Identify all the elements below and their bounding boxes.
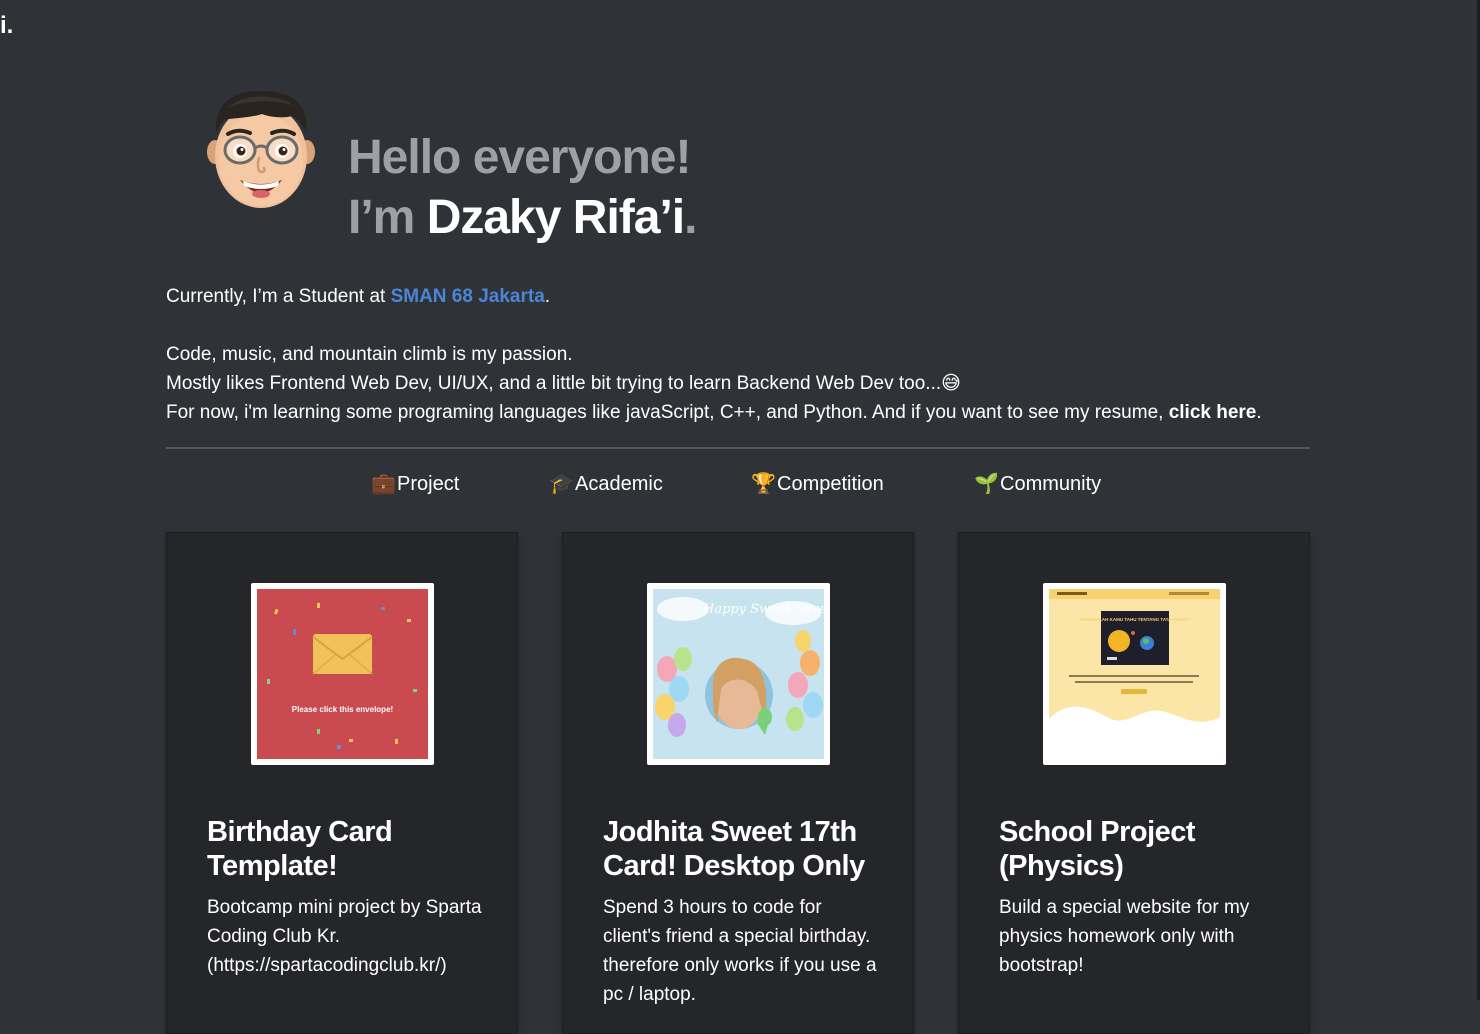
project-thumbnail[interactable]: Please click this envelope! — [251, 583, 434, 765]
graduation-cap-icon: 🎓 — [549, 473, 574, 495]
project-card[interactable]: Happy Sweet Seventeen Odhi! — [562, 532, 914, 1034]
bio-learning-text: For now, i'm learning some programing la… — [166, 402, 1169, 423]
card-title[interactable]: School Project (Physics) — [999, 815, 1289, 883]
envelope-thumbnail-image: Please click this envelope! — [267, 603, 417, 749]
project-thumbnail[interactable]: PERNAHKAH KAMU TAHU TENTANG TATA SURYA? — [1043, 583, 1226, 765]
bio-likes-text: Mostly likes Frontend Web Dev, UI/UX, an… — [166, 373, 942, 394]
tab-community[interactable]: 🌱Community — [974, 468, 1101, 500]
card-title[interactable]: Jodhita Sweet 17th Card! Desktop Only — [603, 815, 893, 883]
project-thumbnail[interactable]: Happy Sweet Seventeen Odhi! — [647, 583, 830, 765]
tab-competition-label: Competition — [777, 473, 884, 495]
avatar-memoji-icon — [207, 90, 315, 208]
card-description: Bootcamp mini project by Sparta Coding C… — [207, 897, 482, 976]
solar-system-website-thumbnail-image: PERNAHKAH KAMU TAHU TENTANG TATA SURYA? — [1049, 589, 1220, 759]
bio-likes-line: Mostly likes Frontend Web Dev, UI/UX, an… — [166, 369, 1326, 398]
thumb-text: Happy Sweet Seventeen Odhi! — [702, 602, 824, 617]
bio-learning-line: For now, i'm learning some programing la… — [166, 398, 1326, 427]
thumb-text: Please click this envelope! — [292, 705, 393, 714]
hero-name: Dzaky Rifa’i — [426, 191, 685, 244]
project-card[interactable]: PERNAHKAH KAMU TAHU TENTANG TATA SURYA? … — [958, 532, 1310, 1034]
thumb-text: PERNAHKAH KAMU TAHU TENTANG TATA SURYA? — [1080, 617, 1191, 622]
corner-mark: i. — [0, 12, 14, 39]
bio-student-line: Currently, I’m a Student at SMAN 68 Jaka… — [166, 282, 1326, 311]
tab-competition[interactable]: 🏆Competition — [751, 468, 884, 500]
section-divider — [166, 447, 1310, 449]
briefcase-icon: 💼 — [371, 473, 396, 495]
card-description: Spend 3 hours to code for client's frien… — [603, 897, 877, 1005]
hero-greeting-line1: Hello everyone! — [348, 131, 691, 184]
tab-project[interactable]: 💼Project — [371, 468, 459, 500]
bio-passion-line: Code, music, and mountain climb is my pa… — [166, 344, 573, 365]
hero-period: . — [684, 191, 697, 244]
seedling-icon: 🌱 — [974, 473, 999, 495]
tab-academic[interactable]: 🎓Academic — [549, 468, 663, 500]
hero-greeting: Hello everyone! I’m Dzaky Rifa’i. — [348, 128, 697, 248]
bio-student-suffix: . — [544, 286, 551, 307]
sweat-smile-emoji-icon: 😅 — [941, 373, 961, 394]
trophy-icon: 🏆 — [751, 473, 776, 495]
birthday-balloons-thumbnail-image: Happy Sweet Seventeen Odhi! — [653, 589, 824, 759]
category-tabs: 💼Project 🎓Academic 🏆Competition 🌱Communi… — [166, 468, 1310, 500]
tab-project-label: Project — [397, 473, 460, 495]
tab-community-label: Community — [1000, 473, 1102, 495]
tab-academic-label: Academic — [575, 473, 663, 495]
hero-im-prefix: I’m — [348, 191, 427, 244]
bio-learning-suffix: . — [1256, 402, 1262, 423]
project-card[interactable]: Please click this envelope! Birthday Car… — [166, 532, 518, 1034]
bio-section: Currently, I’m a Student at SMAN 68 Jaka… — [166, 282, 1326, 427]
hero-greeting-line2: I’m Dzaky Rifa’i. — [348, 188, 697, 248]
card-title[interactable]: Birthday Card Template! — [207, 815, 497, 883]
resume-link[interactable]: click here — [1169, 402, 1257, 423]
hero-section: Hello everyone! I’m Dzaky Rifa’i. — [206, 88, 846, 248]
card-description: Build a special website for my physics h… — [999, 897, 1250, 976]
school-link[interactable]: SMAN 68 Jakarta — [391, 286, 545, 307]
bio-student-prefix: Currently, I’m a Student at — [166, 286, 391, 307]
bio-spacer — [166, 311, 1326, 340]
